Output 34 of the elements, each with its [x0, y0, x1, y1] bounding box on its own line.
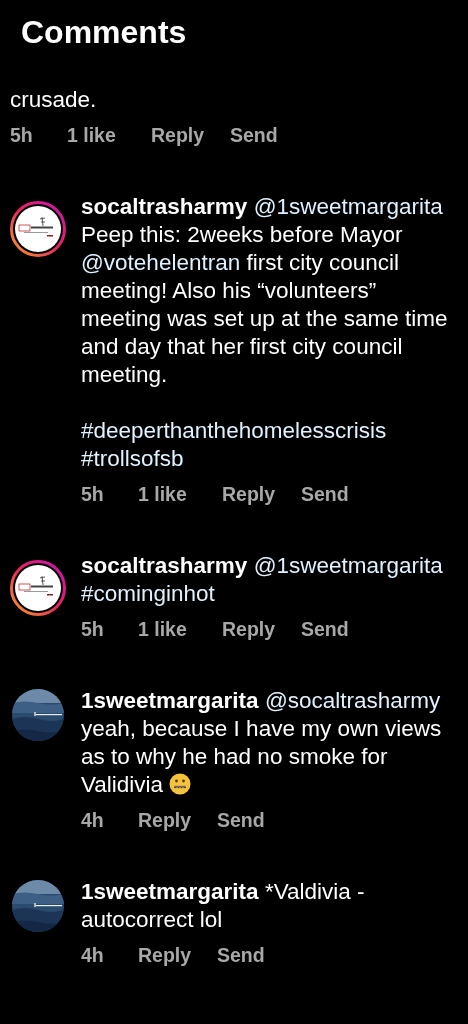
comment-time: 4h	[81, 809, 105, 832]
mention-link[interactable]: #deeperthanthehomelesscrisis	[81, 418, 387, 443]
comment-text: 1sweetmargarita *Valdivia - autocorrect lol	[81, 878, 366, 934]
like-count[interactable]: 1 like	[138, 483, 222, 506]
comment-text: socaltrasharmy @1sweetmargarita Peep this: 2weeks before Mayor @votehelentran first city council meeting! Also his “volunteers” meeting was set up at the same time and day that her first city council meeting. #deeperthanthehomelesscrisis #trollsofsb	[81, 193, 449, 473]
send-link[interactable]: Send	[301, 483, 349, 506]
like-count[interactable]: 1 like	[67, 124, 151, 147]
mention-link[interactable]: #trollsofsb	[81, 446, 184, 471]
reply-link[interactable]: Reply	[222, 618, 301, 641]
profile-avatar[interactable]	[10, 201, 66, 257]
page-title: Comments	[20, 13, 188, 52]
mention-link[interactable]: @1sweetmargarita	[253, 553, 443, 578]
reply-link[interactable]: Reply	[222, 483, 301, 506]
mention-link[interactable]: @socaltrasharmy	[264, 688, 441, 713]
send-link[interactable]: Send	[217, 944, 265, 967]
profile-avatar[interactable]	[10, 560, 66, 616]
zipper-face-icon	[169, 773, 192, 795]
comment-text: 1sweetmargarita @socaltrasharmy yeah, because I have my own views as to why he had no smoke for Validivia	[81, 687, 443, 799]
reply-link[interactable]: Reply	[138, 944, 217, 967]
mention-link[interactable]: @votehelentran	[81, 250, 241, 275]
send-link[interactable]: Send	[230, 124, 278, 147]
reply-link[interactable]: Reply	[138, 809, 217, 832]
comment-time: 5h	[10, 124, 34, 147]
comment-time: 5h	[81, 618, 105, 641]
comment-time: 5h	[81, 483, 105, 506]
comment-text: crusade.	[10, 86, 98, 114]
send-link[interactable]: Send	[217, 809, 265, 832]
mention-link[interactable]: @1sweetmargarita	[253, 194, 443, 219]
comment-text: socaltrasharmy @1sweetmargarita #cominginhot	[81, 552, 444, 608]
comment-time: 4h	[81, 944, 105, 967]
send-link[interactable]: Send	[301, 618, 349, 641]
reply-link[interactable]: Reply	[151, 124, 230, 147]
like-count[interactable]: 1 like	[138, 618, 222, 641]
mention-link[interactable]: #cominginhot	[81, 581, 215, 606]
